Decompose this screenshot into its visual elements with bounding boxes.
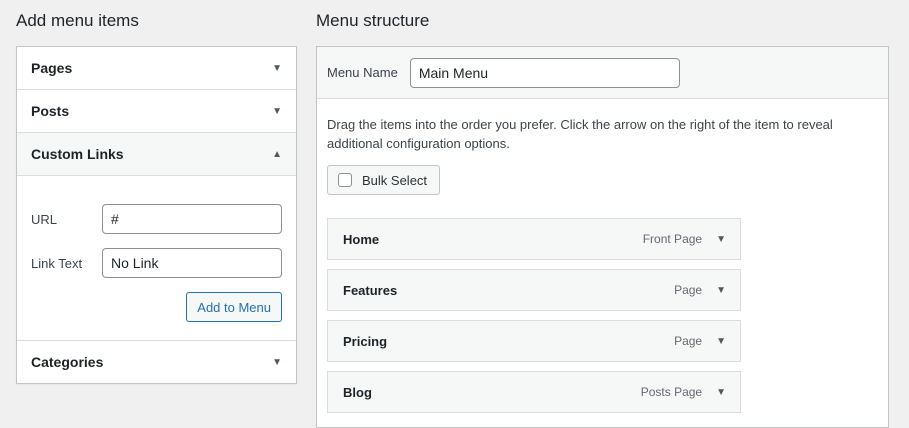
arrow-up-icon: ▲ <box>272 148 282 160</box>
section-posts: Posts ▼ <box>17 90 296 133</box>
menu-structure-heading: Menu structure <box>316 11 430 30</box>
section-custom-links-toggle[interactable]: Custom Links ▲ <box>17 133 296 176</box>
bulk-select-checkbox[interactable] <box>338 173 352 187</box>
menu-name-label: Menu Name <box>327 65 398 80</box>
arrow-down-icon[interactable]: ▼ <box>716 285 726 296</box>
menu-item-features[interactable]: Features Page ▼ <box>327 269 741 311</box>
arrow-down-icon[interactable]: ▼ <box>716 387 726 398</box>
section-pages-toggle[interactable]: Pages ▼ <box>17 47 296 89</box>
menu-item-type: Page <box>674 283 703 297</box>
menu-item-type: Front Page <box>642 232 703 246</box>
menu-item-type: Page <box>674 334 703 348</box>
link-text-label: Link Text <box>31 255 83 271</box>
section-posts-toggle[interactable]: Posts ▼ <box>17 90 296 132</box>
url-row: URL <box>31 204 282 234</box>
menu-items-list: Home Front Page ▼ Features Page ▼ Pricin… <box>327 218 878 413</box>
menu-item-title: Pricing <box>343 333 388 349</box>
add-menu-items-heading: Add menu items <box>16 11 139 30</box>
section-categories-toggle[interactable]: Categories ▼ <box>17 341 296 383</box>
menu-name-header: Menu Name <box>317 47 888 99</box>
menu-structure-panel: Menu Name Drag the items into the order … <box>316 46 889 428</box>
menu-body: Drag the items into the order you prefer… <box>317 99 888 413</box>
menu-item-pricing[interactable]: Pricing Page ▼ <box>327 320 741 362</box>
url-label: URL <box>31 211 58 227</box>
add-to-menu-button[interactable]: Add to Menu <box>186 292 282 322</box>
section-custom-links-title: Custom Links <box>31 146 124 162</box>
custom-links-body: URL Link Text Add to Menu <box>17 176 296 340</box>
bulk-select-button[interactable]: Bulk Select <box>327 165 441 195</box>
drag-instructions: Drag the items into the order you prefer… <box>327 117 833 151</box>
section-custom-links: Custom Links ▲ URL Link Text Add to Menu <box>17 133 296 341</box>
add-to-menu-row: Add to Menu <box>31 292 282 322</box>
arrow-down-icon[interactable]: ▼ <box>716 336 726 347</box>
menu-item-title: Blog <box>343 384 372 400</box>
arrow-down-icon: ▼ <box>272 62 282 74</box>
arrow-down-icon: ▼ <box>272 356 282 368</box>
add-menu-items-accordion: Pages ▼ Posts ▼ Custom Links ▲ URL Link … <box>16 46 297 384</box>
arrow-down-icon: ▼ <box>272 105 282 117</box>
menu-item-title: Features <box>343 282 398 298</box>
section-categories: Categories ▼ <box>17 341 296 383</box>
menu-item-blog[interactable]: Blog Posts Page ▼ <box>327 371 741 413</box>
bulk-select-label: Bulk Select <box>362 172 428 188</box>
menu-item-title: Home <box>343 231 380 247</box>
link-text-input[interactable] <box>102 248 282 278</box>
section-pages: Pages ▼ <box>17 47 296 90</box>
section-categories-title: Categories <box>31 354 104 370</box>
arrow-down-icon[interactable]: ▼ <box>716 234 726 245</box>
section-pages-title: Pages <box>31 60 73 76</box>
url-input[interactable] <box>102 204 282 234</box>
link-text-row: Link Text <box>31 248 282 278</box>
menu-item-home[interactable]: Home Front Page ▼ <box>327 218 741 260</box>
menu-item-type: Posts Page <box>640 385 703 399</box>
menu-name-input[interactable] <box>409 57 680 88</box>
section-posts-title: Posts <box>31 103 70 119</box>
